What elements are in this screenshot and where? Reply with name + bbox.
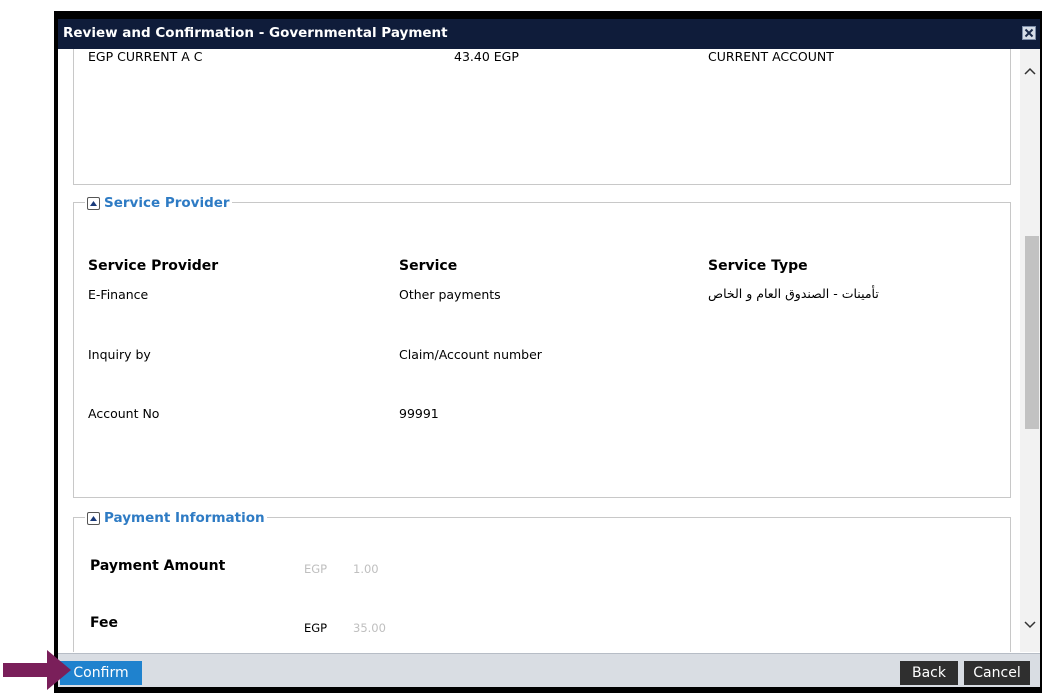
scroll-up-icon[interactable] [1024, 67, 1036, 75]
header-service-type: Service Type [708, 258, 808, 274]
service-value: Other payments [399, 287, 501, 302]
dialog-title-bar: Review and Confirmation - Governmental P… [58, 19, 1040, 49]
inquiry-by-value: Claim/Account number [399, 347, 542, 362]
fee-currency: EGP [304, 621, 328, 635]
dialog-content[interactable]: EGP CURRENT A C 43.40 EGP CURRENT ACCOUN… [58, 49, 1040, 652]
payment-information-section: Payment Amount EGP 1.00 Fee EGP 35.00 [73, 517, 1011, 652]
account-balance: 43.40 EGP [454, 49, 519, 64]
header-service: Service [399, 258, 458, 274]
payment-information-legend-label: Payment Information [104, 510, 265, 526]
review-confirmation-dialog: Review and Confirmation - Governmental P… [58, 19, 1040, 687]
service-provider-value: E-Finance [88, 287, 149, 302]
dialog-title: Review and Confirmation - Governmental P… [63, 25, 448, 41]
inquiry-by-label: Inquiry by [88, 347, 151, 362]
header-service-provider: Service Provider [88, 258, 219, 274]
account-name: EGP CURRENT A C [88, 49, 203, 64]
service-provider-legend[interactable]: Service Provider [85, 195, 232, 211]
scrollbar-thumb[interactable] [1025, 236, 1039, 429]
account-no-label: Account No [88, 406, 160, 421]
payment-information-legend[interactable]: Payment Information [85, 510, 267, 526]
account-no-value: 99991 [399, 406, 439, 421]
pointer-arrow-icon [3, 650, 71, 690]
collapse-icon[interactable] [87, 511, 100, 525]
dialog-footer: Confirm Back Cancel [58, 653, 1040, 687]
back-button[interactable]: Back [900, 661, 958, 685]
close-icon [1024, 28, 1034, 38]
debit-account-box: EGP CURRENT A C 43.40 EGP CURRENT ACCOUN… [73, 49, 1011, 185]
account-type: CURRENT ACCOUNT [708, 49, 834, 64]
service-provider-section: Service Provider Service Service Type E-… [73, 202, 1011, 498]
vertical-scrollbar[interactable] [1020, 49, 1040, 652]
close-button[interactable] [1022, 26, 1036, 40]
service-provider-legend-label: Service Provider [104, 195, 230, 211]
cancel-button[interactable]: Cancel [964, 661, 1030, 685]
fee-label: Fee [90, 615, 118, 631]
collapse-icon[interactable] [87, 196, 100, 210]
fee-value: 35.00 [353, 621, 386, 635]
payment-amount-label: Payment Amount [90, 558, 226, 574]
service-type-value: تأمينات - الصندوق العام و الخاص [708, 286, 879, 301]
scroll-down-icon[interactable] [1024, 621, 1036, 629]
payment-amount-currency: EGP [304, 562, 328, 576]
payment-amount-value: 1.00 [353, 562, 379, 576]
